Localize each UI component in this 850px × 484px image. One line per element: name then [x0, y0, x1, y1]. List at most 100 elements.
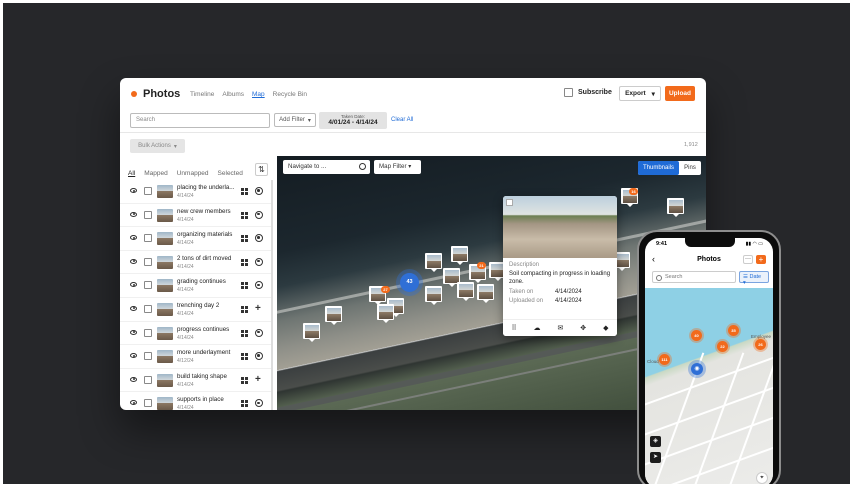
list-item[interactable]: build taking shape 4/14/24 +	[120, 369, 273, 393]
list-item[interactable]: grading continues 4/14/24	[120, 274, 273, 298]
grid-icon[interactable]	[241, 211, 248, 219]
photo-thumbnail[interactable]	[157, 326, 173, 340]
row-checkbox[interactable]	[144, 399, 152, 408]
row-checkbox[interactable]	[144, 281, 152, 290]
pins-toggle[interactable]: Pins	[679, 161, 701, 175]
row-checkbox[interactable]	[144, 304, 152, 313]
sort-icon[interactable]: ⇅	[255, 163, 268, 176]
current-location-cluster[interactable]: ◉	[691, 363, 703, 375]
eye-icon[interactable]	[130, 188, 137, 193]
photo-pin[interactable]	[477, 284, 494, 303]
grid-icon[interactable]	[241, 329, 248, 337]
download-icon[interactable]: ☁	[534, 324, 541, 332]
eye-icon[interactable]	[130, 329, 137, 335]
photo-thumbnail[interactable]	[157, 185, 173, 198]
popup-photo[interactable]	[503, 196, 617, 258]
photo-pin[interactable]	[451, 246, 468, 265]
map-cluster[interactable]: 22	[717, 341, 728, 352]
sidebar-tab-unmapped[interactable]: Unmapped	[177, 170, 209, 177]
eye-icon[interactable]	[130, 282, 137, 288]
thumbnails-toggle[interactable]: Thumbnails	[638, 161, 679, 175]
target-icon[interactable]	[255, 187, 263, 195]
directions-icon[interactable]: ◆	[603, 324, 608, 332]
photo-pin[interactable]	[667, 198, 684, 217]
photo-thumbnail[interactable]	[157, 208, 173, 222]
grid-icon[interactable]	[241, 235, 248, 243]
grid-icon[interactable]	[241, 305, 248, 313]
locate-icon[interactable]	[359, 163, 366, 170]
list-item[interactable]: new crew members 4/14/24	[120, 204, 273, 228]
move-icon[interactable]: ✥	[580, 324, 586, 332]
photo-cluster[interactable]: 43	[400, 273, 419, 292]
photo-thumbnail[interactable]	[157, 373, 173, 387]
row-checkbox[interactable]	[144, 234, 152, 243]
locate-me-icon[interactable]: ⌖	[756, 472, 768, 484]
bulk-actions-button[interactable]: Bulk Actions ▾	[130, 139, 185, 153]
list-item[interactable]: 2 tons of dirt moved 4/14/24	[120, 251, 273, 275]
row-checkbox[interactable]	[144, 210, 152, 219]
sidebar-tab-selected[interactable]: Selected	[218, 170, 243, 177]
grid-icon[interactable]	[241, 258, 248, 266]
navigate-to-input[interactable]: Navigate to ...	[283, 160, 370, 174]
plus-icon[interactable]: +	[255, 303, 261, 314]
target-icon[interactable]	[255, 234, 263, 243]
list-item[interactable]: supports in place 4/14/24	[120, 392, 273, 410]
list-item[interactable]: organizing materials 4/14/24	[120, 227, 273, 251]
list-item[interactable]: more underlayment 4/12/24	[120, 345, 273, 369]
mail-icon[interactable]: ✉	[557, 324, 563, 332]
eye-icon[interactable]	[130, 305, 137, 311]
photo-pin[interactable]	[425, 253, 442, 272]
photo-pin[interactable]	[425, 286, 442, 305]
eye-icon[interactable]	[130, 400, 137, 406]
eye-icon[interactable]	[130, 258, 137, 264]
grid-icon[interactable]	[241, 400, 248, 408]
map-filter-button[interactable]: Map Filter ▾	[374, 160, 421, 174]
photo-pin[interactable]	[377, 304, 394, 323]
photo-pin[interactable]	[303, 323, 320, 342]
subscribe-checkbox[interactable]	[564, 88, 573, 97]
target-icon[interactable]	[255, 328, 263, 337]
map-cluster[interactable]: 35	[728, 325, 739, 336]
upload-button[interactable]: Upload	[665, 86, 695, 101]
eye-icon[interactable]	[130, 211, 137, 217]
row-checkbox[interactable]	[144, 328, 152, 337]
tab-albums[interactable]: Albums	[222, 91, 244, 98]
sidebar-tab-mapped[interactable]: Mapped	[144, 170, 168, 177]
tab-recycle-bin[interactable]: Recycle Bin	[273, 91, 307, 98]
grid-icon[interactable]	[241, 282, 248, 290]
eye-icon[interactable]	[130, 376, 137, 382]
eye-icon[interactable]	[130, 353, 137, 359]
target-icon[interactable]	[255, 257, 263, 266]
photo-pin[interactable]	[457, 282, 474, 301]
photo-thumbnail[interactable]	[157, 302, 173, 316]
list-item[interactable]: placing the underla... 4/14/24	[120, 180, 273, 204]
target-icon[interactable]	[255, 399, 263, 408]
target-icon[interactable]	[255, 352, 263, 361]
date-filter-chip[interactable]: Taken Date: 4/01/24 - 4/14/24	[319, 112, 387, 129]
list-item[interactable]: progress continues 4/14/24	[120, 322, 273, 346]
photo-thumbnail[interactable]	[157, 350, 173, 364]
photo-thumbnail[interactable]	[157, 397, 173, 410]
list-item[interactable]: trenching day 2 4/14/24 +	[120, 298, 273, 322]
photo-pin[interactable]	[325, 306, 342, 325]
plus-icon[interactable]: +	[255, 374, 261, 385]
add-icon[interactable]: +	[756, 255, 766, 264]
target-icon[interactable]	[255, 281, 263, 290]
tab-map[interactable]: Map	[252, 91, 265, 98]
export-button[interactable]: Export ▾	[619, 86, 661, 101]
popup-select-checkbox[interactable]	[506, 199, 513, 206]
subscribe-toggle[interactable]: Subscribe	[564, 88, 612, 97]
phone-date-filter[interactable]: ☰ Date ▾	[739, 271, 769, 286]
row-checkbox[interactable]	[144, 375, 152, 384]
sidebar-tab-all[interactable]: All	[128, 170, 135, 177]
list-scrollbar[interactable]	[271, 180, 273, 410]
map-cluster[interactable]: 111	[659, 354, 670, 365]
add-filter-button[interactable]: Add Filter ▾	[274, 113, 316, 127]
target-icon[interactable]	[255, 210, 263, 219]
clear-all-link[interactable]: Clear All	[391, 117, 413, 123]
search-input[interactable]: Search	[130, 113, 270, 128]
phone-search-input[interactable]: Search	[652, 271, 736, 283]
grid-icon[interactable]	[241, 188, 248, 195]
map-cluster[interactable]: 26	[755, 339, 766, 350]
map-cluster[interactable]: 40	[691, 330, 702, 341]
